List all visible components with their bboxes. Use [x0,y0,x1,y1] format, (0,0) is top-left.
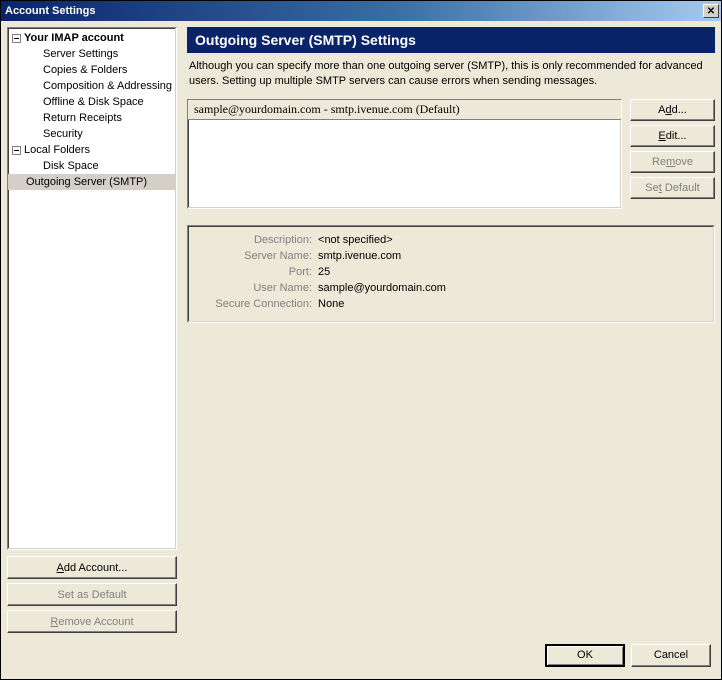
tree-buttons: Add Account... Set as Default Remove Acc… [7,556,177,633]
detail-server-name: Server Name: smtp.ivenue.com [188,250,706,262]
remove-server-button[interactable]: Remove [630,151,715,173]
tree-item-offline[interactable]: Offline & Disk Space [8,94,176,110]
add-server-button[interactable]: Add... [630,99,715,121]
cancel-button[interactable]: Cancel [631,644,711,667]
tree-item-return-receipts[interactable]: Return Receipts [8,110,176,126]
server-row: sample@yourdomain.com - smtp.ivenue.com … [187,99,715,209]
detail-user-name: User Name: sample@yourdomain.com [188,282,706,294]
list-body [188,120,621,124]
tree-item-security[interactable]: Security [8,126,176,142]
right-pane: Outgoing Server (SMTP) Settings Although… [187,27,715,633]
server-buttons: Add... Edit... Remove Set Default [630,99,715,209]
tree-item-copies-folders[interactable]: Copies & Folders [8,62,176,78]
left-pane: Your IMAP account Server Settings Copies… [7,27,177,633]
tree-item-disk-space[interactable]: Disk Space [8,158,176,174]
account-tree[interactable]: Your IMAP account Server Settings Copies… [7,27,177,550]
detail-secure-connection: Secure Connection: None [188,298,706,310]
account-settings-window: Account Settings ✕ Your IMAP account Ser… [0,0,722,680]
titlebar: Account Settings ✕ [1,1,721,21]
tree-item-outgoing-smtp[interactable]: Outgoing Server (SMTP) [8,174,176,190]
detail-port: Port: 25 [188,266,706,278]
collapse-icon[interactable] [12,146,21,155]
set-default-server-button[interactable]: Set Default [630,177,715,199]
panel-title: Outgoing Server (SMTP) Settings [187,27,715,53]
set-as-default-button[interactable]: Set as Default [7,583,177,606]
window-title: Account Settings [3,5,703,17]
content-area: Your IMAP account Server Settings Copies… [1,21,721,639]
add-account-button[interactable]: Add Account... [7,556,177,579]
tree-item-local-folders[interactable]: Local Folders [8,142,176,158]
server-details: Description: <not specified> Server Name… [187,225,715,323]
remove-account-button[interactable]: Remove Account [7,610,177,633]
close-icon: ✕ [707,6,715,17]
dialog-footer: OK Cancel [1,639,721,679]
detail-description: Description: <not specified> [188,234,706,246]
collapse-icon[interactable] [12,34,21,43]
smtp-server-list[interactable]: sample@yourdomain.com - smtp.ivenue.com … [187,99,622,209]
ok-button[interactable]: OK [545,644,625,667]
tree-item-imap[interactable]: Your IMAP account [8,30,176,46]
tree-item-composition[interactable]: Composition & Addressing [8,78,176,94]
edit-server-button[interactable]: Edit... [630,125,715,147]
tree-item-server-settings[interactable]: Server Settings [8,46,176,62]
tree-label: Your IMAP account [24,30,124,46]
list-row[interactable]: sample@yourdomain.com - smtp.ivenue.com … [188,100,621,120]
panel-description: Although you can specify more than one o… [187,59,715,99]
close-button[interactable]: ✕ [703,4,719,18]
